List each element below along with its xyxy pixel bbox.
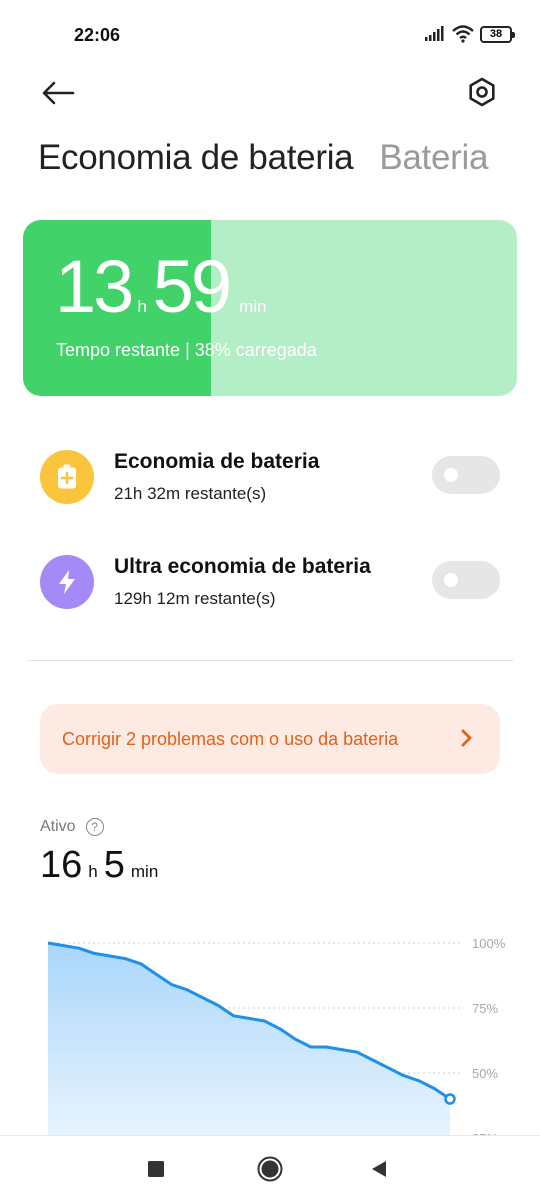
circle-home-icon (257, 1156, 283, 1182)
navigation-bar (0, 1135, 540, 1200)
current-level-point (444, 1093, 456, 1105)
minutes-unit: min (239, 297, 267, 316)
top-bar (0, 70, 540, 120)
lightning-icon (40, 555, 94, 609)
divider (27, 660, 513, 661)
settings-button[interactable] (464, 74, 500, 110)
triangle-back-icon (372, 1161, 386, 1177)
active-label-text: Ativo (40, 818, 76, 835)
square-stop-icon (148, 1161, 164, 1177)
active-label: Ativo ? (40, 818, 104, 836)
chevron-right-icon (461, 729, 472, 747)
active-hours: 16 (40, 844, 83, 886)
status-bar: 22:06 38 (0, 0, 540, 70)
recents-button[interactable] (141, 1154, 171, 1184)
toggle-knob (444, 468, 458, 482)
battery-level-text: 38 (489, 28, 503, 40)
remaining-minutes: 59 (152, 245, 232, 328)
tab-battery-saver[interactable]: Economia de bateria (38, 138, 354, 178)
battery-saver-title: Economia de bateria (114, 450, 320, 473)
active-minutes-unit: min (130, 862, 159, 881)
home-button[interactable] (255, 1154, 285, 1184)
help-icon[interactable]: ? (85, 818, 104, 836)
active-minutes: 5 (103, 844, 125, 886)
remaining-time: 13 h 59 min (55, 250, 273, 324)
ultra-battery-saver-toggle[interactable] (432, 561, 500, 599)
battery-level-chart: 100%75%50%25% (47, 936, 506, 1137)
signal-icon (425, 26, 444, 41)
fix-problems-banner[interactable]: Corrigir 2 problemas com o uso da bateri… (40, 704, 500, 774)
back-nav-button[interactable] (364, 1154, 394, 1184)
battery-plus-icon (40, 450, 94, 504)
remaining-subtitle: Tempo restante | 38% carregada (56, 340, 317, 360)
tab-battery[interactable]: Bateria (379, 138, 488, 178)
fix-problems-text: Corrigir 2 problemas com o uso da bateri… (62, 728, 399, 749)
ultra-battery-saver-remaining: 129h 12m restante(s) (114, 589, 276, 608)
y-tick-label: 100% (472, 936, 506, 951)
remaining-hours: 13 (55, 245, 134, 328)
active-hours-unit: h (88, 862, 98, 881)
gear-icon (469, 77, 495, 107)
battery-indicator: 38 (480, 25, 515, 43)
battery-area (48, 943, 450, 1137)
y-tick-label: 50% (472, 1066, 498, 1081)
status-icons: 38 (424, 25, 515, 43)
battery-saver-remaining: 21h 32m restante(s) (114, 484, 267, 503)
toggle-knob (444, 573, 458, 587)
wifi-icon (452, 25, 474, 43)
ultra-battery-saver-title: Ultra economia de bateria (114, 555, 371, 578)
active-time: 16 h 5 min (40, 844, 164, 887)
ultra-battery-saver-row[interactable]: Ultra economia de bateria 129h 12m resta… (0, 545, 540, 625)
tab-bar: Economia de bateria Bateria (38, 138, 488, 178)
arrow-left-icon (42, 81, 75, 105)
y-tick-label: 75% (472, 1001, 498, 1016)
hours-unit: h (137, 297, 147, 316)
back-button[interactable] (38, 76, 78, 110)
battery-saver-row[interactable]: Economia de bateria 21h 32m restante(s) (0, 440, 540, 520)
status-time: 22:06 (74, 25, 121, 45)
battery-remaining-card: 13 h 59 min Tempo restante | 38% carrega… (23, 220, 517, 396)
battery-saver-toggle[interactable] (432, 456, 500, 494)
